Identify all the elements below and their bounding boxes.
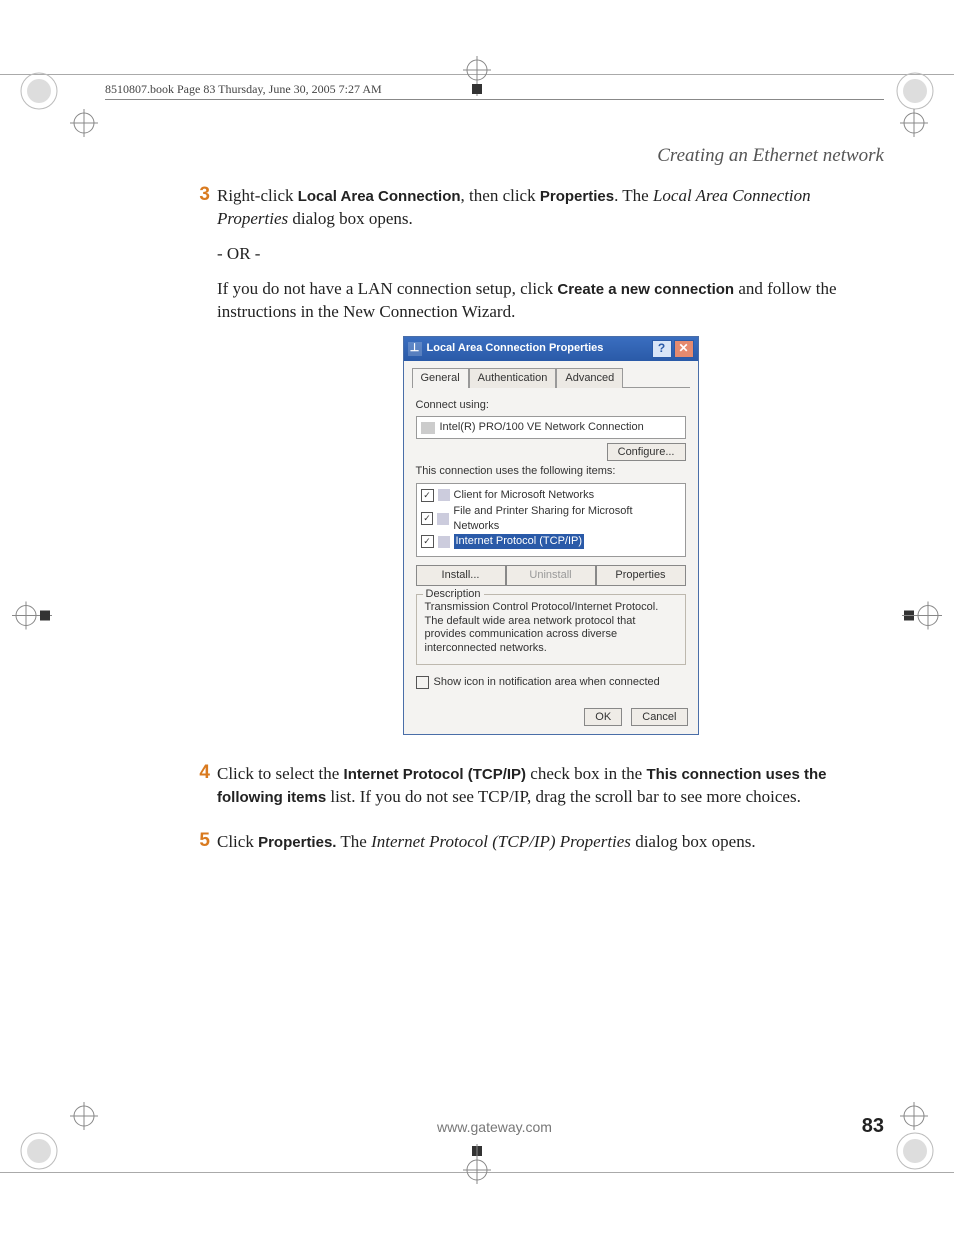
- step-3: 3 Right-click Local Area Connection, the…: [185, 185, 884, 753]
- bold-local-area-connection: Local Area Connection: [298, 188, 461, 205]
- tab-authentication[interactable]: Authentication: [469, 368, 557, 388]
- items-listbox[interactable]: ✓ Client for Microsoft Networks ✓ File a…: [416, 483, 686, 557]
- properties-button[interactable]: Properties: [596, 565, 686, 586]
- show-icon-label: Show icon in notification area when conn…: [434, 675, 660, 690]
- checkbox-icon[interactable]: ✓: [421, 489, 434, 502]
- adapter-field: Intel(R) PRO/100 VE Network Connection: [416, 416, 686, 439]
- install-button[interactable]: Install...: [416, 565, 506, 586]
- book-header: 8510807.book Page 83 Thursday, June 30, …: [105, 82, 884, 100]
- dialog-tabs: General Authentication Advanced: [404, 361, 698, 387]
- ornament-bottom-right: [894, 1130, 936, 1177]
- register-mark-bottom-right-icon: [900, 1102, 928, 1135]
- checkbox-icon[interactable]: [416, 676, 429, 689]
- close-button[interactable]: ✕: [674, 340, 694, 358]
- italic-tcpip-props: Internet Protocol (TCP/IP) Properties: [371, 832, 631, 851]
- step3-or: - OR -: [217, 243, 884, 266]
- dialog-screenshot: ⊥ Local Area Connection Properties ? ✕ G…: [403, 336, 699, 736]
- description-group: Description Transmission Control Protoco…: [416, 594, 686, 665]
- register-mark-top-right-icon: [900, 109, 928, 142]
- show-icon-row[interactable]: Show icon in notification area when conn…: [416, 675, 686, 690]
- step3-para1: Right-click Local Area Connection, then …: [217, 185, 884, 231]
- tab-advanced[interactable]: Advanced: [556, 368, 623, 388]
- help-button[interactable]: ?: [652, 340, 672, 358]
- tab-general[interactable]: General: [412, 368, 469, 388]
- ornament-bottom-left: [18, 1130, 60, 1177]
- page-footer: www.gateway.com 83: [105, 1119, 884, 1135]
- list-item[interactable]: ✓ File and Printer Sharing for Microsoft…: [421, 504, 681, 534]
- register-mark-bottom-center-icon: [463, 1144, 491, 1189]
- step-5: 5 Click Properties. The Internet Protoco…: [185, 831, 884, 866]
- checkbox-icon[interactable]: ✓: [421, 512, 434, 525]
- step-number: 3: [185, 185, 217, 753]
- uninstall-button[interactable]: Uninstall: [506, 565, 596, 586]
- dialog-title: Local Area Connection Properties: [427, 341, 604, 356]
- list-item[interactable]: ✓ Internet Protocol (TCP/IP): [421, 534, 681, 549]
- nic-icon: [421, 422, 435, 434]
- connection-icon: ⊥: [408, 342, 422, 356]
- adapter-name: Intel(R) PRO/100 VE Network Connection: [440, 420, 644, 435]
- bold-tcpip: Internet Protocol (TCP/IP): [344, 766, 527, 783]
- cancel-button[interactable]: Cancel: [631, 708, 687, 726]
- step-body: Click to select the Internet Protocol (T…: [217, 763, 884, 821]
- client-icon: [438, 489, 450, 501]
- description-title: Description: [423, 587, 484, 602]
- connect-using-label: Connect using:: [416, 398, 686, 413]
- register-mark-left-mid-icon: [12, 601, 52, 634]
- step-number: 4: [185, 763, 217, 821]
- ornament-top-left: [18, 70, 60, 117]
- step-4: 4 Click to select the Internet Protocol …: [185, 763, 884, 821]
- page-number: 83: [862, 1115, 884, 1138]
- step-body: Right-click Local Area Connection, then …: [217, 185, 884, 753]
- footer-url: www.gateway.com: [437, 1119, 552, 1135]
- configure-button[interactable]: Configure...: [607, 443, 686, 461]
- description-text: Transmission Control Protocol/Internet P…: [425, 601, 677, 656]
- register-mark-bottom-left-icon: [70, 1102, 98, 1135]
- step-body: Click Properties. The Internet Protocol …: [217, 831, 884, 866]
- bold-properties: Properties.: [258, 834, 336, 851]
- protocol-icon: [438, 536, 450, 548]
- service-icon: [437, 513, 449, 525]
- step3-para2: If you do not have a LAN connection setu…: [217, 278, 884, 324]
- bold-properties: Properties: [540, 188, 614, 205]
- register-mark-right-mid-icon: [902, 601, 942, 634]
- step-number: 5: [185, 831, 217, 866]
- step4-para: Click to select the Internet Protocol (T…: [217, 763, 884, 809]
- items-label: This connection uses the following items…: [416, 464, 686, 479]
- checkbox-icon[interactable]: ✓: [421, 535, 434, 548]
- dialog-titlebar: ⊥ Local Area Connection Properties ? ✕: [404, 337, 698, 361]
- step5-para: Click Properties. The Internet Protocol …: [217, 831, 884, 854]
- register-mark-top-left-icon: [70, 109, 98, 142]
- section-title: Creating an Ethernet network: [105, 145, 884, 167]
- ok-button[interactable]: OK: [584, 708, 622, 726]
- list-item[interactable]: ✓ Client for Microsoft Networks: [421, 488, 681, 503]
- page-content: 8510807.book Page 83 Thursday, June 30, …: [105, 82, 884, 1135]
- bold-create-new-connection: Create a new connection: [557, 281, 734, 298]
- selected-item-label: Internet Protocol (TCP/IP): [454, 534, 585, 549]
